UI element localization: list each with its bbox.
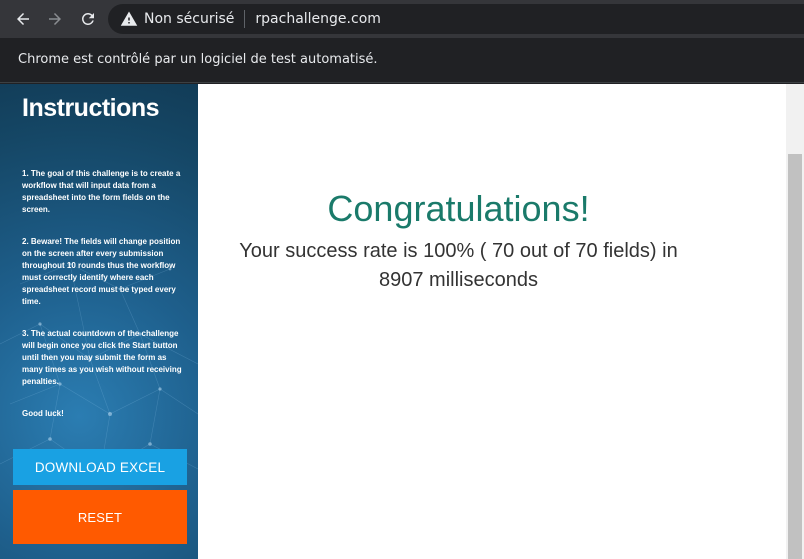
good-luck-text: Good luck! [22,409,64,418]
congratulations-heading: Congratulations! [327,188,590,229]
address-separator [244,10,246,28]
reload-button[interactable] [76,7,100,31]
security-label[interactable]: Non sécurisé [144,11,234,27]
success-rate-line: Your success rate is 100% ( 70 out of 70… [239,240,678,262]
forward-arrow-icon [49,13,61,25]
instruction-3: 3. The actual countdown of the challenge… [22,329,182,386]
back-button[interactable] [11,7,35,31]
reload-icon [81,12,94,25]
instructions-sidebar: Instructions 1. The goal of this challen… [0,84,198,559]
back-arrow-icon [17,13,29,25]
instructions-title: Instructions [22,94,160,122]
duration-line: 8907 milliseconds [379,269,538,291]
forward-button[interactable] [43,7,67,31]
download-excel-button[interactable]: DOWNLOAD EXCEL [13,449,187,485]
warning-icon [120,11,138,26]
address-bar[interactable]: Non sécurisé rpachallenge.com [108,4,804,34]
reset-button[interactable]: RESET [13,490,187,544]
page-scrollbar[interactable] [786,84,804,559]
automation-infobar: Chrome est contrôlé par un logiciel de t… [0,38,804,83]
success-message: Your success rate is 100% ( 70 out of 70… [198,237,719,295]
network-background-icon [0,262,198,476]
instruction-1: 1. The goal of this challenge is to crea… [22,169,181,214]
instruction-2: 2. Beware! The fields will change positi… [22,237,181,306]
infobar-text: Chrome est contrôlé par un logiciel de t… [18,52,378,67]
page-viewport: Instructions 1. The goal of this challen… [0,84,804,559]
url-text[interactable]: rpachallenge.com [255,11,381,27]
scrollbar-thumb[interactable] [788,154,802,559]
browser-toolbar: Non sécurisé rpachallenge.com [0,0,804,38]
